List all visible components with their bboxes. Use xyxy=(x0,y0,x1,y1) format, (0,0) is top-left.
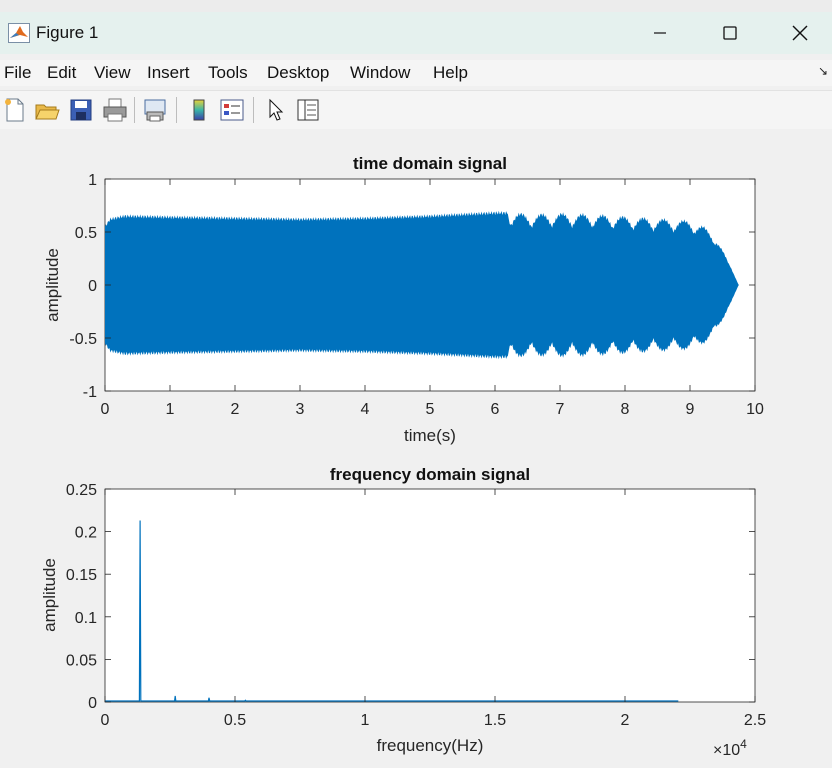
figure-toolbar xyxy=(0,90,832,130)
y-tick-label: 0.1 xyxy=(75,610,97,627)
open-file-icon[interactable] xyxy=(34,97,60,123)
y-tick-label: 0.15 xyxy=(66,567,97,584)
menu-help[interactable]: Help xyxy=(433,63,468,83)
x-tick-label: 0 xyxy=(101,401,110,418)
pointer-icon[interactable] xyxy=(263,97,289,123)
minimize-icon xyxy=(654,32,666,34)
freq-y-axis-label: amplitude xyxy=(40,558,59,632)
x-tick-label: 6 xyxy=(491,401,500,418)
legend-icon[interactable] xyxy=(219,97,245,123)
x-tick-label: 9 xyxy=(686,401,695,418)
toolbar-separator xyxy=(253,97,254,123)
toolbar-separator xyxy=(176,97,177,123)
menu-tools[interactable]: Tools xyxy=(208,63,248,83)
figure-canvas: 0 1 2 3 4 5 6 7 8 9 10 1 0.5 0 -0.5 -1 time domain sign… xyxy=(0,129,832,763)
menu-view[interactable]: View xyxy=(94,63,131,83)
plot-area: 0 1 2 3 4 5 6 7 8 9 1010.50-0.5-1 time domain sign… xyxy=(40,154,766,759)
y-tick-label: 1 xyxy=(88,172,97,189)
time-chart-title: time domain signal xyxy=(353,154,507,173)
y-tick-label: 0 xyxy=(88,278,97,295)
menu-edit[interactable]: Edit xyxy=(47,63,76,83)
x-tick-label: 2 xyxy=(621,712,630,729)
matlab-logo-icon xyxy=(8,23,30,43)
save-icon[interactable] xyxy=(68,97,94,123)
menu-insert[interactable]: Insert xyxy=(147,63,190,83)
time-y-axis-label: amplitude xyxy=(43,248,62,322)
y-tick-label: 0.05 xyxy=(66,652,97,669)
time-x-axis-label: time(s) xyxy=(404,426,456,445)
close-button[interactable] xyxy=(765,12,832,54)
colorbar-icon[interactable] xyxy=(186,97,212,123)
property-inspector-icon[interactable] xyxy=(295,97,321,123)
dock-arrow-icon[interactable]: ↘ xyxy=(818,64,828,78)
x-tick-label: 4 xyxy=(361,401,370,418)
x-tick-label: 8 xyxy=(621,401,630,418)
x-tick-label: 2 xyxy=(231,401,240,418)
y-tick-label: 0.25 xyxy=(66,482,97,499)
maximize-button[interactable] xyxy=(695,12,765,54)
menu-file[interactable]: File xyxy=(4,63,31,83)
figure-window: Figure 1 File Edit View Insert Tools Des… xyxy=(0,12,832,763)
print-preview-icon[interactable] xyxy=(142,97,168,123)
y-tick-label: -1 xyxy=(83,384,97,401)
freq-axes-box xyxy=(104,488,756,703)
y-tick-label: 0.5 xyxy=(75,225,97,242)
x-tick-label: 1.5 xyxy=(484,712,506,729)
toolbar-separator xyxy=(134,97,135,123)
title-bar[interactable]: Figure 1 xyxy=(0,12,832,54)
y-tick-label: 0.2 xyxy=(75,525,97,542)
new-figure-icon[interactable] xyxy=(2,97,28,123)
y-tick-label: 0 xyxy=(88,695,97,712)
print-icon[interactable] xyxy=(102,97,128,123)
x-tick-label: 0 xyxy=(101,712,110,729)
x-tick-label: 3 xyxy=(296,401,305,418)
time-domain-axes[interactable]: 0 1 2 3 4 5 6 7 8 9 10 1 0.5 0 -0.5 -1 time domain sign… xyxy=(43,154,764,445)
minimize-button[interactable] xyxy=(625,12,695,54)
x-tick-label: 7 xyxy=(556,401,565,418)
freq-x-axis-label: frequency(Hz) xyxy=(377,736,484,755)
close-icon xyxy=(792,25,808,41)
menu-bar: File Edit View Insert Tools Desktop Wind… xyxy=(0,60,832,86)
menu-desktop[interactable]: Desktop xyxy=(267,63,329,83)
menu-window[interactable]: Window xyxy=(350,63,410,83)
x-tick-label: 10 xyxy=(746,401,764,418)
window-title: Figure 1 xyxy=(36,23,99,42)
x-tick-label: 1 xyxy=(166,401,175,418)
x-tick-label: 0.5 xyxy=(224,712,246,729)
x-tick-label: 2.5 xyxy=(744,712,766,729)
maximize-icon xyxy=(723,26,737,40)
x-tick-label: 5 xyxy=(426,401,435,418)
y-tick-label: -0.5 xyxy=(69,331,97,348)
freq-chart-title: frequency domain signal xyxy=(330,465,530,484)
time-signal-trace xyxy=(105,210,739,360)
frequency-domain-axes[interactable]: 0 0.5 1 1.5 2 2.5 0.25 0.2 0.15 0.1 0.05 0 frequenc… xyxy=(40,465,766,759)
freq-x-multiplier: ×104 xyxy=(713,737,747,759)
x-tick-label: 1 xyxy=(361,712,370,729)
